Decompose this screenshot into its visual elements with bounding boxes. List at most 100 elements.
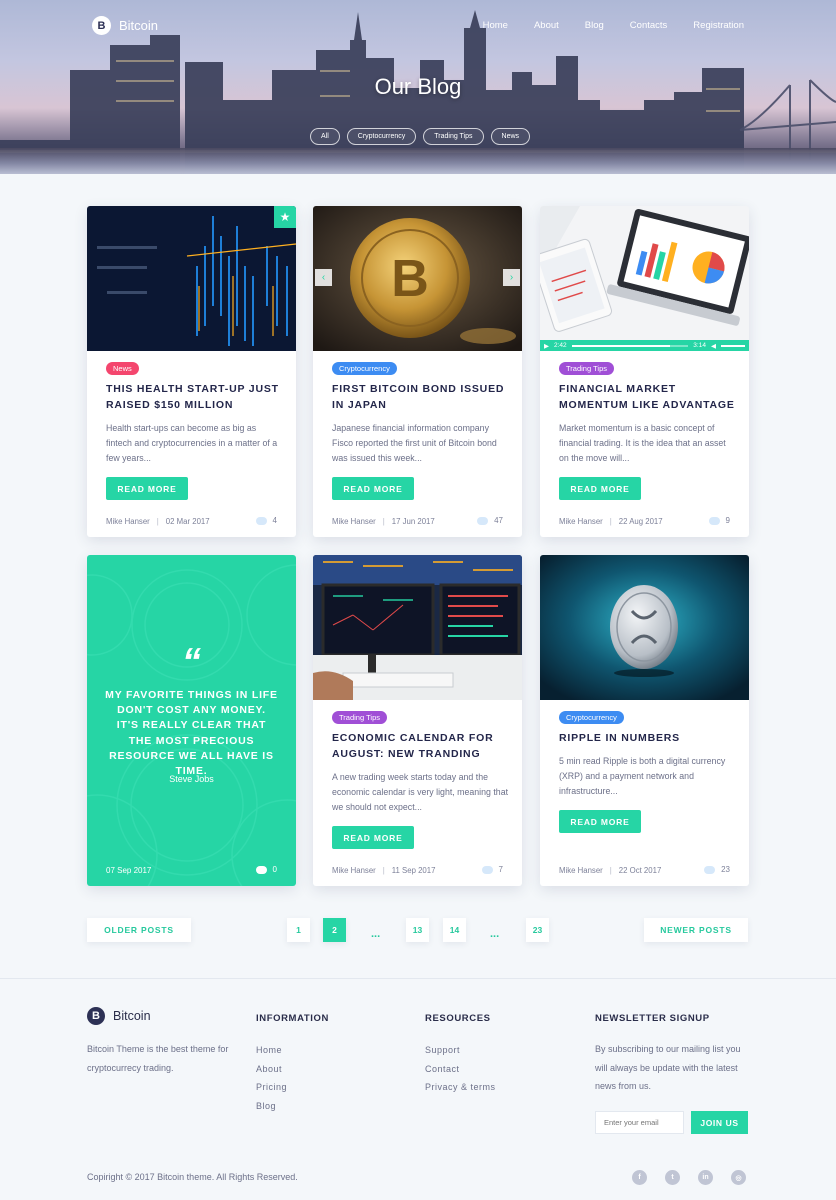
comment-count[interactable]: 0: [255, 865, 277, 874]
post-meta: Mike Hanser | 11 Sep 2017: [332, 866, 436, 875]
footer-link-support[interactable]: Support: [425, 1041, 496, 1060]
instagram-icon[interactable]: ◎: [731, 1170, 746, 1185]
nav-blog[interactable]: Blog: [585, 20, 604, 31]
twitter-icon[interactable]: t: [665, 1170, 680, 1185]
post-date: 02 Mar 2017: [165, 517, 210, 526]
post-title[interactable]: Ripple in numbers: [559, 731, 737, 747]
quote-author: Steve Jobs: [169, 774, 214, 784]
bitcoin-logo-icon: B: [87, 1007, 105, 1025]
footer-link-home[interactable]: Home: [256, 1041, 287, 1060]
read-more-button[interactable]: READ MORE: [332, 826, 414, 849]
carousel-prev-icon[interactable]: ‹: [315, 269, 332, 286]
quote-text: My favorite things in life don't cost an…: [105, 689, 278, 778]
page-2-button[interactable]: 2: [323, 918, 346, 942]
post-meta: Mike Hanser | 02 Mar 2017: [106, 517, 210, 526]
footer-link-pricing[interactable]: Pricing: [256, 1078, 287, 1097]
post-card[interactable]: ▶ 2:42 3:14 ◀ Trading Tips Financial mar…: [540, 206, 749, 537]
nav-home[interactable]: Home: [483, 20, 508, 31]
tag-news[interactable]: News: [106, 362, 139, 375]
filter-all[interactable]: All: [310, 128, 340, 145]
carousel-next-icon[interactable]: ›: [503, 269, 520, 286]
post-title[interactable]: Financial market momentum like advantage: [559, 382, 737, 413]
video-player-controls[interactable]: ▶ 2:42 3:14 ◀: [540, 340, 749, 351]
post-date: 17 Jun 2017: [391, 517, 435, 526]
nav-contacts[interactable]: Contacts: [630, 20, 668, 31]
comment-count[interactable]: 47: [477, 516, 503, 525]
page-23-button[interactable]: 23: [526, 918, 549, 942]
pagination-ellipsis: ...: [371, 928, 381, 940]
nav-about[interactable]: About: [534, 20, 559, 31]
comment-count[interactable]: 4: [255, 516, 277, 525]
post-title[interactable]: This health start-up just raised $150 mi…: [106, 382, 284, 413]
site-logo[interactable]: B Bitcoin: [92, 16, 158, 35]
comment-count[interactable]: 9: [708, 516, 730, 525]
newsletter-email-input[interactable]: [595, 1111, 684, 1134]
nav-registration[interactable]: Registration: [693, 20, 744, 31]
video-total-time: 3:14: [693, 342, 706, 349]
post-card[interactable]: B ‹ › Cryptocurrency First Bitcoin bond …: [313, 206, 522, 537]
post-image-ripple-coin: [540, 555, 749, 700]
newer-posts-button[interactable]: NEWER POSTS: [644, 918, 748, 942]
footer-link-privacy[interactable]: Privacy & terms: [425, 1078, 496, 1097]
copyright-text: Copiright © 2017 Bitcoin theme. All Righ…: [87, 1172, 298, 1182]
post-date: 22 Oct 2017: [618, 866, 662, 875]
comment-bubble-icon: [477, 516, 489, 525]
post-excerpt: A new trading week starts today and the …: [332, 772, 509, 812]
page-title: Our Blog: [374, 74, 462, 99]
filter-trading-tips[interactable]: Trading Tips: [423, 128, 484, 145]
category-filters: All Cryptocurrency Trading Tips News: [310, 128, 531, 145]
comment-count[interactable]: 23: [704, 865, 730, 874]
facebook-icon[interactable]: f: [632, 1170, 647, 1185]
pagination-ellipsis: ...: [490, 928, 500, 940]
post-title[interactable]: Economic calendar for August: new trandi…: [332, 731, 510, 762]
post-author[interactable]: Mike Hanser: [559, 517, 603, 526]
comment-count-value: 9: [725, 516, 730, 525]
older-posts-button[interactable]: OLDER POSTS: [87, 918, 191, 942]
post-author[interactable]: Mike Hanser: [332, 517, 376, 526]
join-us-button[interactable]: JOIN US: [691, 1111, 748, 1134]
post-card[interactable]: ★ News This health start-up just raised …: [87, 206, 296, 537]
read-more-button[interactable]: READ MORE: [559, 477, 641, 500]
footer-link-blog[interactable]: Blog: [256, 1097, 287, 1116]
post-card[interactable]: Trading Tips Economic calendar for Augus…: [313, 555, 522, 886]
quote-mark-icon: “: [182, 641, 201, 683]
post-date: 22 Aug 2017: [618, 517, 663, 526]
filter-cryptocurrency[interactable]: Cryptocurrency: [346, 128, 417, 145]
page-1-button[interactable]: 1: [287, 918, 310, 942]
tag-trading-tips[interactable]: Trading Tips: [332, 711, 387, 724]
play-icon[interactable]: ▶: [544, 342, 549, 350]
filter-news[interactable]: News: [490, 128, 531, 145]
read-more-button[interactable]: READ MORE: [332, 477, 414, 500]
newsletter-text: By subscribing to our mailing list you w…: [595, 1044, 741, 1091]
comment-count-value: 7: [498, 865, 503, 874]
page-14-button[interactable]: 14: [443, 918, 466, 942]
river-water: [0, 148, 836, 174]
volume-icon[interactable]: ◀: [711, 342, 716, 350]
page-13-button[interactable]: 13: [406, 918, 429, 942]
post-title[interactable]: First Bitcoin bond issued in Japan: [332, 382, 510, 413]
footer-logo[interactable]: B Bitcoin: [87, 1007, 151, 1025]
footer-link-contact[interactable]: Contact: [425, 1060, 496, 1079]
video-progress-bar[interactable]: [571, 344, 689, 347]
tag-cryptocurrency[interactable]: Cryptocurrency: [332, 362, 397, 375]
tag-trading-tips[interactable]: Trading Tips: [559, 362, 614, 375]
featured-star-icon[interactable]: ★: [274, 206, 296, 228]
read-more-button[interactable]: READ MORE: [559, 810, 641, 833]
tag-cryptocurrency[interactable]: Cryptocurrency: [559, 711, 624, 724]
post-author[interactable]: Mike Hanser: [559, 866, 603, 875]
quote-card: “ My favorite things in life don't cost …: [87, 555, 296, 886]
volume-slider[interactable]: [720, 344, 745, 347]
footer-divider: [0, 978, 836, 979]
comment-bubble-icon: [704, 865, 716, 874]
post-author[interactable]: Mike Hanser: [332, 866, 376, 875]
read-more-button[interactable]: READ MORE: [106, 477, 188, 500]
footer-link-about[interactable]: About: [256, 1060, 287, 1079]
linkedin-icon[interactable]: in: [698, 1170, 713, 1185]
hero-banner: B Bitcoin Home About Blog Contacts Regis…: [0, 0, 836, 174]
post-card[interactable]: Cryptocurrency Ripple in numbers 5 min r…: [540, 555, 749, 886]
footer-brand-name: Bitcoin: [113, 1009, 151, 1023]
comment-count[interactable]: 7: [481, 865, 503, 874]
post-author[interactable]: Mike Hanser: [106, 517, 150, 526]
post-date: 11 Sep 2017: [391, 866, 436, 875]
footer-description: Bitcoin Theme is the best theme for cryp…: [87, 1044, 229, 1073]
